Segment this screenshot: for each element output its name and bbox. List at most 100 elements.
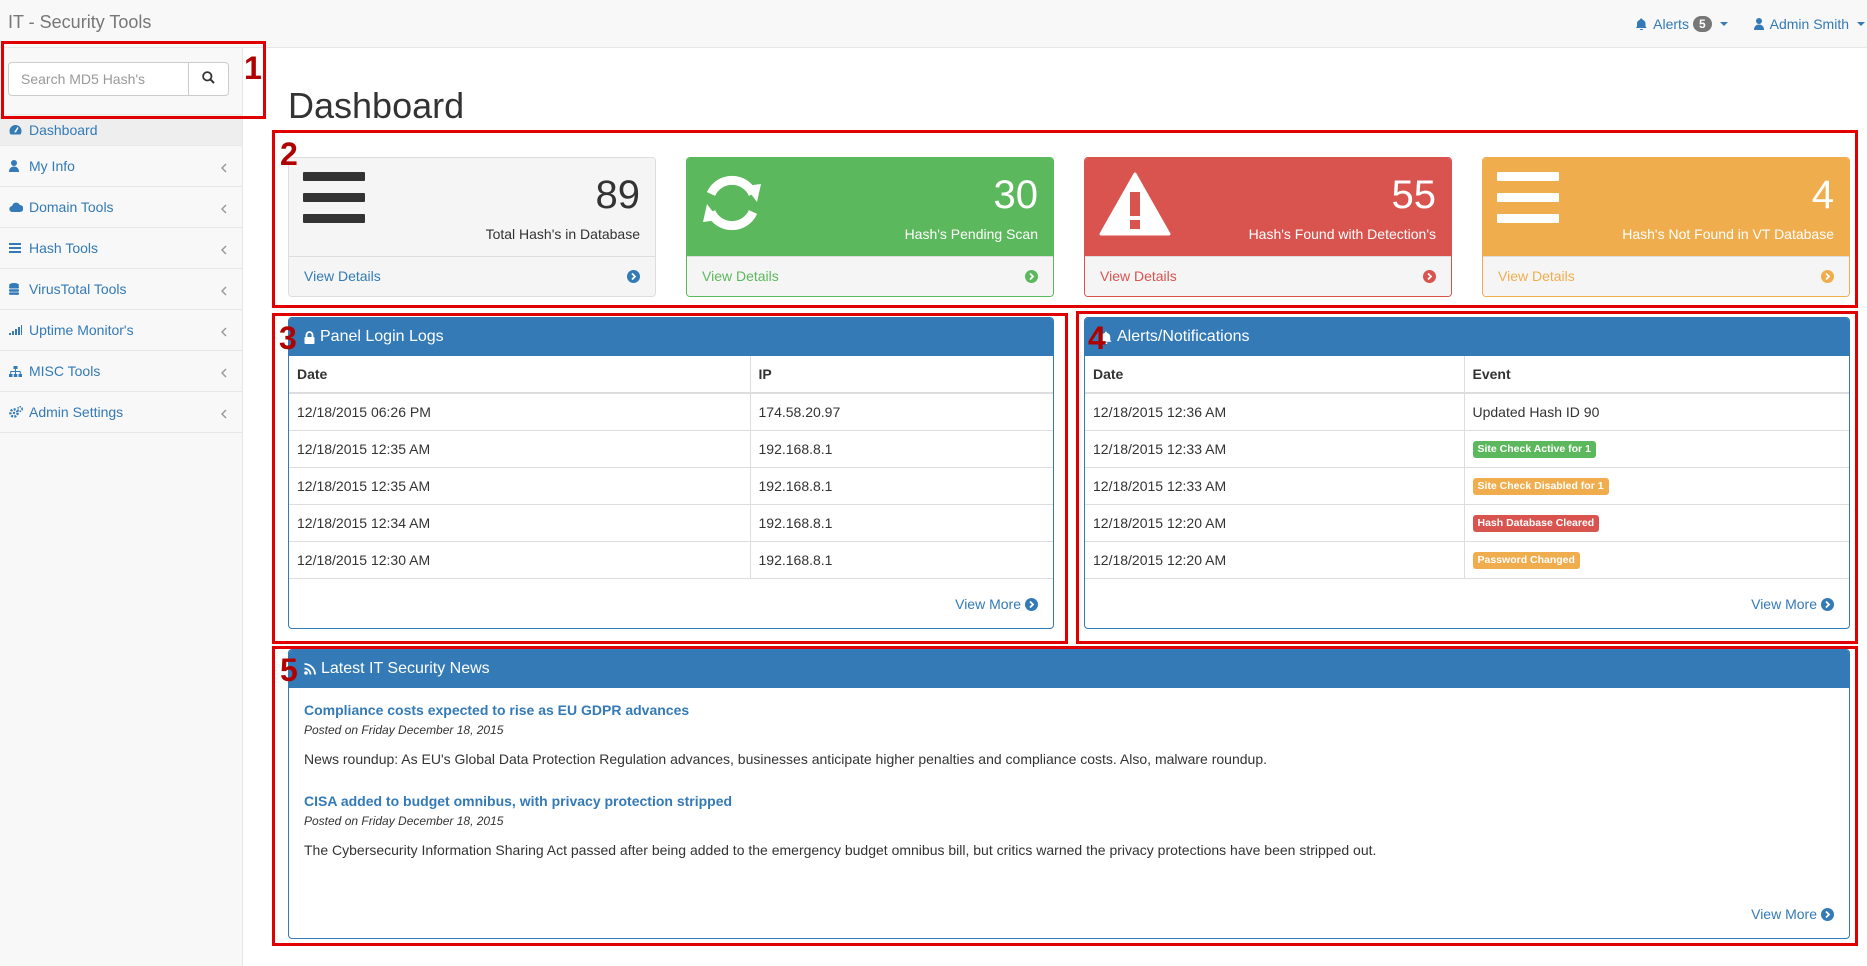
cell-date: 12/18/2015 12:33 AM <box>1085 430 1465 468</box>
annotation-number-3: 3 <box>279 320 297 356</box>
article-title-link[interactable]: Compliance costs expected to rise as EU … <box>304 702 1834 718</box>
alerts-dropdown[interactable]: Alerts 5 <box>1636 16 1728 32</box>
view-more-link[interactable]: View More <box>955 596 1038 612</box>
stat-label: Hash's Not Found in VT Database <box>1622 226 1834 242</box>
arrow-circle-right-icon <box>627 270 640 286</box>
sidebar-item-label: Uptime Monitor's <box>29 322 134 338</box>
view-details-link[interactable]: View Details <box>1498 268 1575 284</box>
panel-title: Latest IT Security News <box>321 660 490 677</box>
database-icon <box>9 283 25 295</box>
stat-label: Total Hash's in Database <box>485 226 640 242</box>
cell-event: Hash Database Cleared <box>1464 504 1849 542</box>
login-logs-panel: Panel Login Logs Date IP 12/18/2015 06:2… <box>288 317 1054 629</box>
stat-card-footer[interactable]: View Details <box>289 256 655 296</box>
news-list: Compliance costs expected to rise as EU … <box>289 688 1849 890</box>
table-row: 12/18/2015 12:20 AM Password Changed <box>1085 541 1849 579</box>
user-icon <box>9 160 25 172</box>
sidebar-item-dashboard[interactable]: Dashboard <box>0 114 242 146</box>
event-badge-danger: Hash Database Cleared <box>1472 515 1600 532</box>
sidebar-item-hash-tools[interactable]: Hash Tools <box>0 228 242 269</box>
panel-title: Panel Login Logs <box>320 328 444 345</box>
stat-card-pending-scan: 30 Hash's Pending Scan View Details <box>686 157 1054 297</box>
column-header-date: Date <box>1085 356 1465 394</box>
stat-card-header: 30 Hash's Pending Scan <box>687 158 1053 256</box>
alerts-count-badge: 5 <box>1692 16 1712 32</box>
arrow-circle-right-icon <box>1025 270 1038 286</box>
user-dropdown[interactable]: Admin Smith <box>1753 16 1865 32</box>
annotation-number-5: 5 <box>280 652 298 688</box>
view-details-link[interactable]: View Details <box>1100 268 1177 284</box>
table-row: 12/18/2015 12:35 AM 192.168.8.1 <box>289 430 1053 468</box>
sidebar-item-domain-tools[interactable]: Domain Tools <box>0 187 242 228</box>
event-badge-warning: Password Changed <box>1472 552 1580 569</box>
dashboard-icon <box>9 124 25 135</box>
cell-event: Site Check Active for 1 <box>1464 430 1849 468</box>
chevron-left-icon <box>220 324 227 340</box>
cell-ip: 174.58.20.97 <box>750 393 1053 431</box>
app-title[interactable]: IT - Security Tools <box>8 12 151 33</box>
sidebar-item-misc-tools[interactable]: MISC Tools <box>0 351 242 392</box>
stat-value: 4 <box>1811 173 1834 217</box>
lock-icon <box>304 330 315 344</box>
annotation-number-2: 2 <box>280 136 298 172</box>
refresh-icon <box>701 172 763 237</box>
view-details-link[interactable]: View Details <box>702 268 779 284</box>
article-summary: The Cybersecurity Information Sharing Ac… <box>304 842 1377 858</box>
panel-heading: Panel Login Logs <box>289 318 1053 356</box>
user-name: Admin Smith <box>1769 16 1849 32</box>
cell-ip: 192.168.8.1 <box>750 467 1053 505</box>
stat-card-header: 89 Total Hash's in Database <box>289 158 655 256</box>
view-more-link[interactable]: View More <box>1751 596 1834 612</box>
event-badge-success: Site Check Active for 1 <box>1472 441 1596 458</box>
cell-date: 12/18/2015 12:30 AM <box>289 541 751 579</box>
user-icon <box>1753 18 1764 30</box>
cell-date: 12/18/2015 12:20 AM <box>1085 541 1465 579</box>
chevron-left-icon <box>220 406 227 422</box>
cloud-icon <box>9 202 25 212</box>
table-header-row: Date Event <box>1085 356 1849 394</box>
stat-card-footer[interactable]: View Details <box>1483 256 1849 296</box>
sidebar-item-uptime-monitors[interactable]: Uptime Monitor's <box>0 310 242 351</box>
search-button[interactable] <box>188 62 229 96</box>
sidebar-item-label: My Info <box>29 158 75 174</box>
sidebar-item-label: MISC Tools <box>29 363 101 379</box>
article-date: Posted on Friday December 18, 2015 <box>304 723 504 737</box>
stat-card-total-hashes: 89 Total Hash's in Database View Details <box>288 157 656 297</box>
sidebar-item-label: VirusTotal Tools <box>29 281 127 297</box>
navbar-right: Alerts 5 Admin Smith <box>1636 0 1867 48</box>
cell-date: 12/18/2015 12:35 AM <box>289 430 751 468</box>
chevron-left-icon <box>220 365 227 381</box>
cell-event: Site Check Disabled for 1 <box>1464 467 1849 505</box>
arrow-circle-right-icon <box>1821 270 1834 286</box>
view-details-link[interactable]: View Details <box>304 268 381 284</box>
chevron-left-icon <box>220 242 227 258</box>
cell-ip: 192.168.8.1 <box>750 430 1053 468</box>
sidebar-item-virustotal-tools[interactable]: VirusTotal Tools <box>0 269 242 310</box>
stat-value: 89 <box>595 173 641 217</box>
table-row: 12/18/2015 12:20 AM Hash Database Cleared <box>1085 504 1849 542</box>
column-header-event: Event <box>1464 356 1849 394</box>
cell-date: 12/18/2015 12:33 AM <box>1085 467 1465 505</box>
article-title-link[interactable]: CISA added to budget omnibus, with priva… <box>304 793 1834 809</box>
stat-card-not-found: 4 Hash's Not Found in VT Database View D… <box>1482 157 1850 297</box>
stat-card-footer[interactable]: View Details <box>687 256 1053 296</box>
sidebar-item-my-info[interactable]: My Info <box>0 146 242 187</box>
login-logs-table: Date IP 12/18/2015 06:26 PM 174.58.20.97 … <box>289 356 1053 579</box>
table-row: 12/18/2015 12:35 AM 192.168.8.1 <box>289 467 1053 505</box>
search-input[interactable] <box>8 62 188 96</box>
sidebar-menu: Dashboard My Info Domain Tools Hash Tool… <box>0 114 242 433</box>
article-summary: News roundup: As EU's Global Data Protec… <box>304 751 1267 767</box>
article-date: Posted on Friday December 18, 2015 <box>304 814 504 828</box>
view-more-link[interactable]: View More <box>1751 906 1834 922</box>
news-panel: Latest IT Security News Compliance costs… <box>288 649 1850 939</box>
sidebar-item-label: Admin Settings <box>29 404 124 420</box>
sidebar-item-label: Dashboard <box>29 121 98 138</box>
view-more-label: View More <box>1751 906 1817 922</box>
page-title: Dashboard <box>288 85 465 126</box>
panel-heading: Alerts/Notifications <box>1085 318 1849 356</box>
cell-event: Password Changed <box>1464 541 1849 579</box>
table-row: 12/18/2015 12:34 AM 192.168.8.1 <box>289 504 1053 542</box>
stat-card-footer[interactable]: View Details <box>1085 256 1451 296</box>
column-header-date: Date <box>289 356 751 394</box>
sidebar-item-admin-settings[interactable]: Admin Settings <box>0 392 242 433</box>
